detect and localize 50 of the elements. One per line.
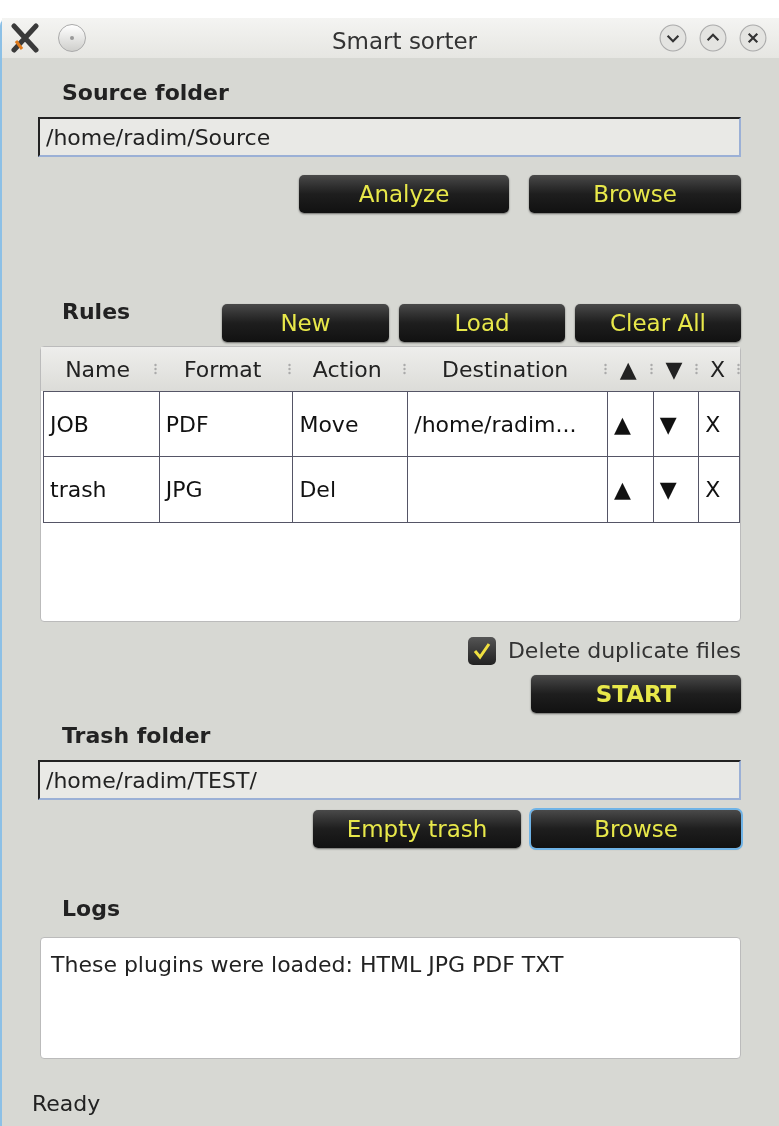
section-label: Logs: [62, 895, 121, 923]
table-cell: Del: [292, 457, 408, 522]
action-button[interactable]: Browse: [529, 175, 741, 213]
column-resize-icon: [154, 363, 158, 375]
table-cell: X: [698, 457, 741, 522]
column-resize-icon: [649, 363, 653, 375]
checkbox-label: Delete duplicate files: [507, 637, 741, 665]
status-text: Ready: [32, 1090, 102, 1118]
duplicates-checkbox[interactable]: [467, 636, 496, 665]
section-label: Source folder: [62, 79, 230, 107]
table-cell: /home/radim...: [407, 391, 608, 456]
column-resize-icon: [288, 363, 292, 375]
table-cell: ▼: [652, 391, 699, 456]
table-cell: PDF: [158, 391, 293, 456]
column-resize-icon: [403, 363, 407, 375]
action-button[interactable]: Browse: [531, 810, 741, 848]
action-button[interactable]: Analyze: [299, 175, 509, 213]
column-header[interactable]: Name: [41, 352, 155, 386]
x-logo-icon: [10, 23, 40, 53]
table-cell: ▲: [607, 457, 653, 522]
section-label: Rules: [62, 298, 131, 326]
column-header[interactable]: Action: [291, 352, 404, 386]
path-field[interactable]: /home/radim/TEST/: [38, 760, 741, 800]
column-header[interactable]: Destination: [406, 352, 604, 386]
table-cell: Move: [292, 391, 408, 456]
section-label: Trash folder: [62, 722, 212, 750]
path-field[interactable]: /home/radim/Source: [38, 117, 741, 157]
column-resize-icon: [603, 363, 607, 375]
close-button[interactable]: [739, 24, 767, 52]
column-resize-icon: [695, 363, 699, 375]
column-header[interactable]: ▼: [652, 352, 696, 386]
action-button[interactable]: Load: [399, 304, 565, 342]
maximize-button[interactable]: [699, 24, 727, 52]
column-resize-icon: [737, 363, 740, 375]
minimize-button[interactable]: [659, 24, 687, 52]
column-header[interactable]: ▲: [606, 352, 650, 386]
table-cell: ▼: [652, 457, 699, 522]
table-cell: JPG: [158, 457, 293, 522]
action-button[interactable]: New: [222, 304, 389, 342]
table-cell: ▲: [607, 391, 653, 456]
column-header[interactable]: X: [698, 352, 737, 386]
table-cell: trash: [43, 457, 159, 522]
log-text: These plugins were loaded: HTML JPG PDF TXT: [51, 952, 564, 977]
table-cell: JOB: [43, 391, 159, 456]
window-title: Smart sorter: [332, 27, 478, 56]
action-button[interactable]: Clear All: [575, 304, 741, 342]
start-button[interactable]: START: [531, 675, 741, 713]
action-button[interactable]: Empty trash: [313, 810, 521, 848]
table-cell: X: [698, 391, 741, 456]
column-header[interactable]: Format: [157, 352, 289, 386]
